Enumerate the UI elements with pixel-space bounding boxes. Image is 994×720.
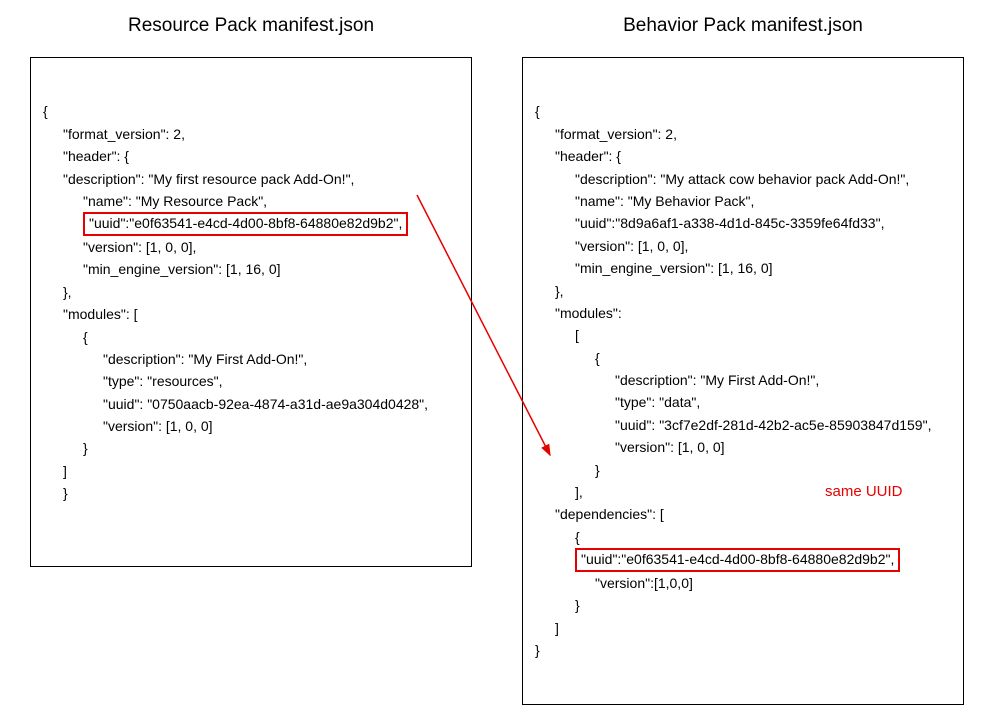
code-line: "version": [1, 0, 0], <box>535 238 688 254</box>
code-line: "format_version": 2, <box>535 126 677 142</box>
code-line: "description": "My First Add-On!", <box>535 372 819 388</box>
behavior-pack-code: { "format_version": 2, "header": { "desc… <box>522 57 964 705</box>
resource-pack-code: { "format_version": 2, "header": { "desc… <box>30 57 472 567</box>
code-line: "modules": <box>535 305 622 321</box>
code-line: } <box>43 440 88 456</box>
code-line: "name": "My Behavior Pack", <box>535 193 754 209</box>
code-line: }, <box>535 283 564 299</box>
code-line: "uuid": "0750aacb-92ea-4874-a31d-ae9a304… <box>43 396 428 412</box>
code-line: "uuid":"e0f63541-e4cd-4d00-8bf8-64880e82… <box>535 551 900 567</box>
code-line: } <box>43 485 68 501</box>
code-line: "min_engine_version": [1, 16, 0] <box>535 260 773 276</box>
behavior-pack-title: Behavior Pack manifest.json <box>623 15 863 37</box>
code-line: ], <box>535 484 583 500</box>
code-line: "type": "resources", <box>43 373 222 389</box>
code-line: { <box>535 529 580 545</box>
code-line: "description": "My attack cow behavior p… <box>535 171 909 187</box>
code-line: "description": "My first resource pack A… <box>43 171 354 187</box>
code-line: "version": [1, 0, 0], <box>43 239 196 255</box>
code-line: "type": "data", <box>535 394 700 410</box>
diagram-container: Resource Pack manifest.json { "format_ve… <box>0 0 994 720</box>
code-line: "description": "My First Add-On!", <box>43 351 307 367</box>
code-line: "uuid":"e0f63541-e4cd-4d00-8bf8-64880e82… <box>43 215 408 231</box>
behavior-pack-column: Behavior Pack manifest.json { "format_ve… <box>522 15 964 705</box>
code-line: } <box>535 642 540 658</box>
code-line: } <box>535 462 600 478</box>
code-line: "format_version": 2, <box>43 126 185 142</box>
code-line: "modules": [ <box>43 306 138 322</box>
same-uuid-annotation: same UUID <box>825 483 903 500</box>
resource-pack-column: Resource Pack manifest.json { "format_ve… <box>30 15 472 705</box>
code-line: "name": "My Resource Pack", <box>43 193 267 209</box>
code-line: { <box>43 329 88 345</box>
code-line: }, <box>43 284 72 300</box>
code-line: "version":[1,0,0] <box>535 575 693 591</box>
code-line: "dependencies": [ <box>535 506 664 522</box>
code-line: { <box>535 103 540 119</box>
code-line: "uuid":"8d9a6af1-a338-4d1d-845c-3359fe64… <box>535 215 884 231</box>
code-line: { <box>535 350 600 366</box>
code-line: ] <box>535 620 559 636</box>
uuid-highlight-left: "uuid":"e0f63541-e4cd-4d00-8bf8-64880e82… <box>83 212 408 236</box>
code-line: "uuid": "3cf7e2df-281d-42b2-ac5e-8590384… <box>535 417 931 433</box>
code-line: ] <box>43 463 67 479</box>
code-line: } <box>535 597 580 613</box>
uuid-highlight-right: "uuid":"e0f63541-e4cd-4d00-8bf8-64880e82… <box>575 548 900 572</box>
code-line: "version": [1, 0, 0] <box>43 418 213 434</box>
resource-pack-title: Resource Pack manifest.json <box>128 15 374 37</box>
code-line: "header": { <box>535 148 621 164</box>
code-line: "version": [1, 0, 0] <box>535 439 725 455</box>
code-line: [ <box>535 327 579 343</box>
code-line: "min_engine_version": [1, 16, 0] <box>43 261 281 277</box>
code-line: "header": { <box>43 148 129 164</box>
code-line: { <box>43 103 48 119</box>
